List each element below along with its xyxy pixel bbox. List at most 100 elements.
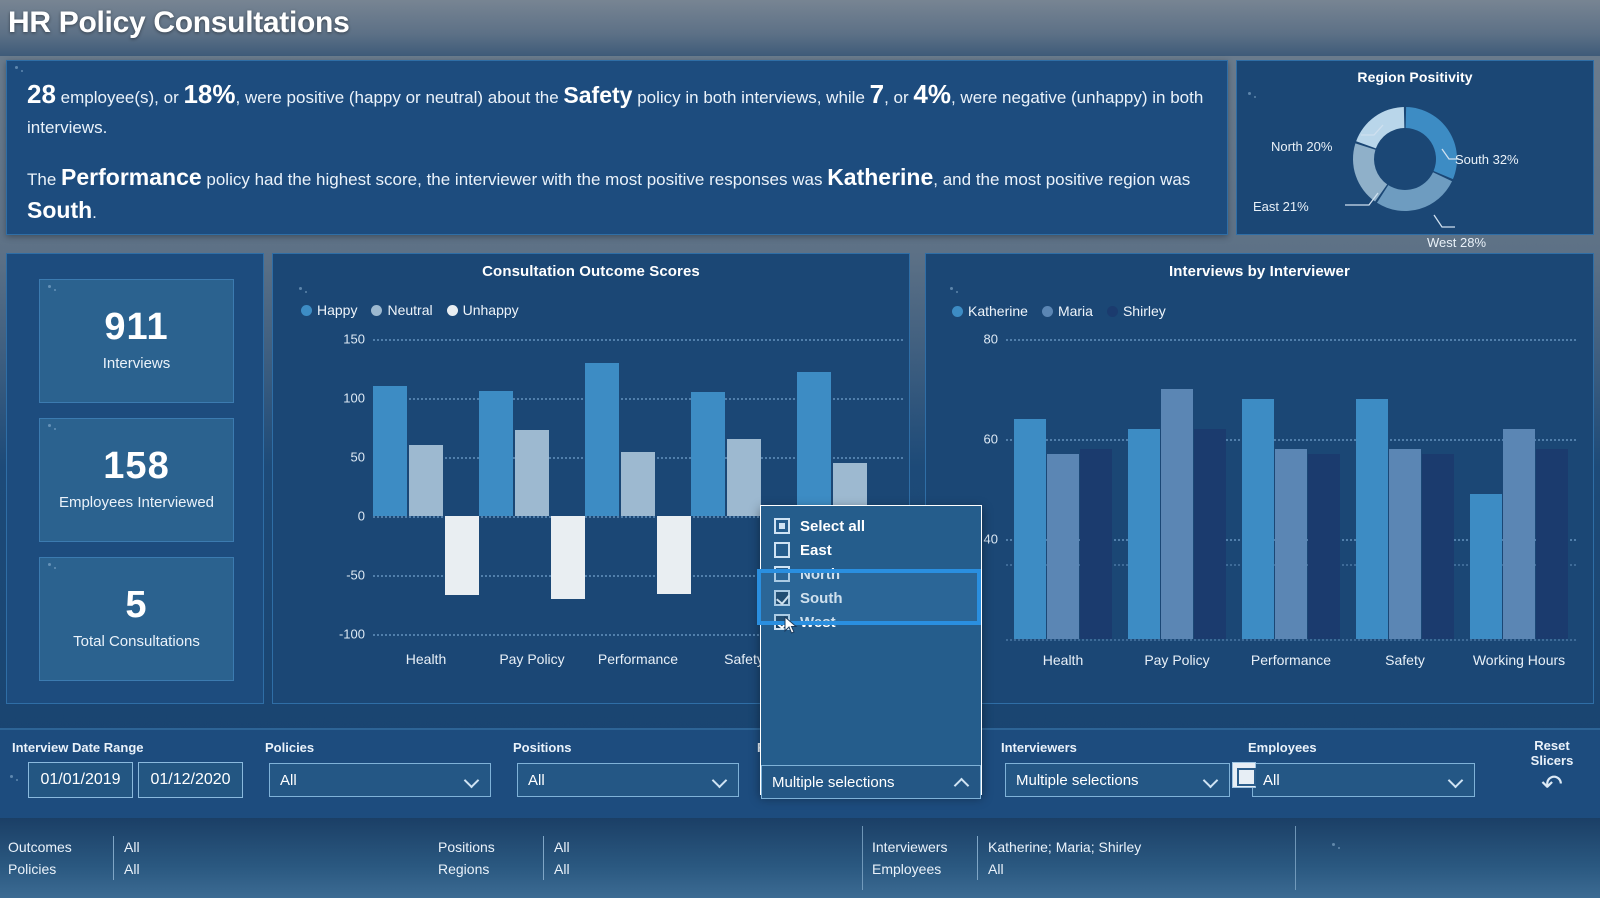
gridline: [1006, 339, 1576, 341]
narrative-fragment: , were positive (happy or neutral) about…: [235, 88, 564, 107]
dropdown-item-label: Select all: [800, 517, 866, 535]
sparkle-icon: [46, 284, 62, 296]
bar[interactable]: [585, 362, 619, 516]
status-divider: [977, 836, 978, 858]
status-divider: [113, 858, 114, 880]
kpi-value: 158: [103, 445, 170, 487]
bar[interactable]: [1356, 399, 1388, 639]
y-axis-tick: -50: [346, 567, 365, 583]
kpi-card-total-consultations[interactable]: 5 Total Consultations: [39, 557, 234, 681]
status-filter-value: All: [554, 839, 570, 855]
bar[interactable]: [621, 452, 655, 516]
donut-label-south: South 32%: [1455, 152, 1519, 167]
bar[interactable]: [1389, 449, 1421, 639]
bar[interactable]: [691, 392, 725, 516]
positions-slicer[interactable]: All: [517, 763, 739, 797]
y-axis-tick: 60: [983, 431, 998, 447]
narrative-fragment: 28: [27, 79, 56, 109]
y-axis-tick: 100: [343, 390, 365, 406]
regions-dropdown-list[interactable]: Select all East North South West: [757, 505, 982, 795]
cursor-glyph: [784, 615, 798, 634]
status-divider: [543, 858, 544, 880]
interviewers-slicer[interactable]: Multiple selections: [1005, 763, 1230, 797]
bar[interactable]: [1470, 494, 1502, 639]
donut-slice-west[interactable]: [1376, 172, 1453, 212]
status-filter-row: Outcomes All: [8, 836, 140, 858]
reset-slicers-line-2: Slicers: [1530, 753, 1574, 768]
bar[interactable]: [1242, 399, 1274, 639]
status-filter-value: All: [554, 861, 570, 877]
bar[interactable]: [657, 516, 691, 594]
reset-slicers-button[interactable]: Reset Slicers ↶: [1516, 738, 1588, 797]
bar[interactable]: [445, 516, 479, 596]
status-filter-value: Katherine; Maria; Shirley: [988, 839, 1142, 855]
x-axis-label: Performance: [597, 651, 679, 667]
bar[interactable]: [409, 445, 443, 516]
policies-label: Policies: [265, 740, 315, 755]
checkbox-icon[interactable]: [774, 542, 790, 558]
bar[interactable]: [1275, 449, 1307, 639]
bar[interactable]: [479, 390, 513, 516]
interviewer-chart-plot[interactable]: 80 60 40 Health Pay Policy Performance Safety W…: [926, 254, 1595, 705]
bar[interactable]: [1422, 454, 1454, 639]
bar[interactable]: [373, 386, 407, 516]
y-axis-tick: 80: [983, 331, 998, 347]
regions-value: Multiple selections: [772, 773, 895, 791]
narrative-fragment: The: [27, 170, 62, 189]
donut-label-north: North 20%: [1271, 139, 1333, 154]
y-axis-tick: 150: [343, 331, 365, 347]
sparkle-icon: [1330, 842, 1346, 854]
donut-slice-south[interactable]: [1405, 107, 1457, 180]
donut-leader-line: [1433, 214, 1455, 228]
status-divider: [1295, 826, 1296, 890]
bar[interactable]: [1503, 429, 1535, 639]
bar[interactable]: [515, 429, 549, 516]
focus-mode-icon[interactable]: [1232, 762, 1256, 788]
bar[interactable]: [1308, 454, 1340, 639]
dropdown-item-east[interactable]: East: [761, 538, 981, 562]
bar[interactable]: [1014, 419, 1046, 639]
bar[interactable]: [1161, 389, 1193, 639]
checkbox-icon[interactable]: [774, 518, 790, 534]
narrative-fragment: policy had the highest score, the interv…: [201, 170, 828, 189]
sparkle-icon: [8, 774, 24, 786]
undo-arrow-icon[interactable]: ↶: [1516, 771, 1588, 797]
kpi-column: 911 Interviews 158 Employees Interviewed…: [6, 253, 264, 704]
donut-slice-east[interactable]: [1353, 143, 1388, 202]
status-filter-row: Interviewers Katherine; Maria; Shirley: [872, 836, 1141, 858]
status-filter-row: Policies All: [8, 858, 140, 880]
employees-slicer[interactable]: All: [1252, 763, 1475, 797]
date-from-input[interactable]: 01/01/2019: [28, 762, 133, 798]
employees-value: All: [1263, 771, 1280, 789]
status-filters-right: Interviewers Katherine; Maria; Shirley Emp…: [872, 836, 1141, 880]
bar[interactable]: [1080, 449, 1112, 639]
status-filter-row: Employees All: [872, 858, 1141, 880]
kpi-card-interviews[interactable]: 911 Interviews: [39, 279, 234, 403]
date-to-input[interactable]: 01/12/2020: [138, 762, 243, 798]
interviewers-label: Interviewers: [1001, 740, 1077, 755]
policies-slicer[interactable]: All: [269, 763, 491, 797]
kpi-card-employees-interviewed[interactable]: 158 Employees Interviewed: [39, 418, 234, 542]
status-bar: Outcomes All Policies All Positions All Regio…: [0, 818, 1600, 898]
bar[interactable]: [797, 372, 831, 516]
narrative-fragment: , and the most positive region was: [933, 170, 1191, 189]
bar[interactable]: [1047, 454, 1079, 639]
gridline: [1006, 639, 1576, 641]
chevron-down-icon: [1203, 772, 1219, 788]
regions-slicer[interactable]: Multiple selections: [761, 765, 981, 799]
bar[interactable]: [1536, 449, 1568, 639]
status-filter-key: Employees: [872, 861, 942, 877]
narrative-fragment: Performance: [61, 164, 202, 190]
status-filter-row: Regions All: [438, 858, 570, 880]
region-positivity-donut[interactable]: North 20% South 32% East 21% West 28%: [1237, 87, 1595, 250]
dropdown-item-select-all[interactable]: Select all: [761, 514, 981, 538]
bar[interactable]: [1128, 429, 1160, 639]
bar[interactable]: [1194, 429, 1226, 639]
narrative-fragment: , or: [884, 88, 914, 107]
bar[interactable]: [727, 439, 761, 516]
bar[interactable]: [551, 516, 585, 599]
x-axis-label: Safety: [1385, 652, 1425, 668]
interviewers-value: Multiple selections: [1016, 771, 1139, 789]
narrative-fragment: 7: [869, 79, 885, 109]
status-filter-value: All: [988, 861, 1004, 877]
